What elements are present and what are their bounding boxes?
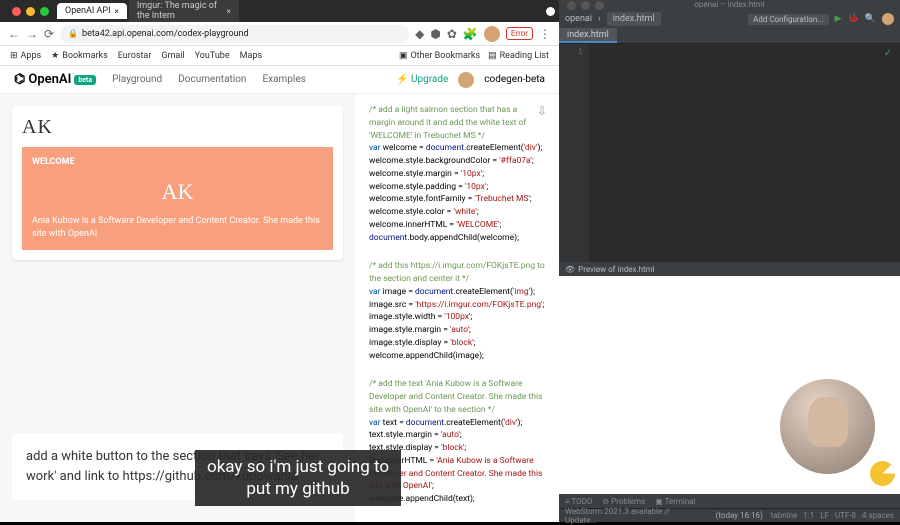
upgrade-link[interactable]: ⚡ Upgrade [396,74,448,85]
editor-tab-index[interactable]: index.html [559,28,617,43]
extension-icon[interactable]: ✿ [447,27,457,41]
tabnine-indicator[interactable]: tabnine [771,511,797,520]
user-name: codegen-beta [484,74,545,85]
webcam-overlay [780,379,875,474]
terminal-tab[interactable]: ▣ Terminal [655,497,695,506]
minimize-window[interactable] [26,7,35,16]
ide-editor-tabs: index.html [559,28,900,44]
bookmark-gmail[interactable]: Gmail [161,51,184,61]
ide-status-bar: WebStorm 2021.3 available // Update... (… [559,508,900,522]
debug-icon[interactable]: 🐞 [848,14,859,24]
bookmark-folder[interactable]: ★ Bookmarks [51,51,108,61]
preview-card: AK WELCOME AK Ania Kubow is a Software D… [12,106,343,260]
bookmarks-bar: ⊞ Apps ★ Bookmarks Eurostar Gmail YouTub… [0,46,559,66]
welcome-section: WELCOME AK Ania Kubow is a Software Deve… [22,147,333,250]
bookmark-maps[interactable]: Maps [240,51,262,61]
profile-avatar[interactable] [484,26,500,42]
forward-icon[interactable]: → [26,27,38,41]
window-controls [4,3,57,20]
search-icon[interactable]: 🔍 [865,14,876,24]
maximize-window[interactable] [40,7,49,16]
welcome-heading: WELCOME [32,157,323,167]
pacman-icon [870,461,895,486]
chrome-toolbar: ← → ⟳ 🔒beta42.api.openai.com/codex-playg… [0,22,559,46]
time-indicator: (today 16:16) [716,511,763,520]
indent[interactable]: 4 spaces [862,511,894,520]
center-logo: AK [32,179,323,205]
nav-documentation[interactable]: Documentation [178,74,246,85]
reload-icon[interactable]: ⟳ [44,27,54,41]
close-tab-icon[interactable]: × [227,7,231,16]
ide-avatar[interactable] [882,13,894,25]
menu-icon[interactable]: ⋮ [539,27,551,41]
preview-panel [559,276,900,494]
apps-shortcut[interactable]: ⊞ Apps [10,51,41,61]
bookmark-eurostar[interactable]: Eurostar [118,51,152,61]
inspection-ok-icon[interactable]: ✓ [884,48,892,59]
lock-icon: 🔒 [68,29,78,38]
puzzle-icon[interactable]: 🧩 [463,27,478,41]
browser-tab-imgur[interactable]: Imgur: The magic of the Intern× [129,0,239,24]
back-icon[interactable]: ← [8,27,20,41]
line-gutter: 1 [559,44,589,262]
extension-icon[interactable]: ⬢ [430,27,440,41]
download-icon[interactable]: ⇩ [537,102,547,120]
video-caption: okay so i'm just going toput my github [195,450,401,506]
todo-tab[interactable]: ≡ TODO [565,497,592,506]
run-icon[interactable]: ▶ [835,14,842,24]
address-bar[interactable]: 🔒beta42.api.openai.com/codex-playground [60,25,409,43]
error-badge[interactable]: Error [506,27,533,40]
bookmark-youtube[interactable]: YouTube [195,51,230,61]
reading-list[interactable]: ▤ Reading List [488,51,549,61]
preview-panel-header[interactable]: 👁 Preview of index.html [559,262,900,276]
welcome-description: Ania Kubow is a Software Developer and C… [32,215,323,240]
browser-tab-openai[interactable]: OpenAI API× [57,3,127,19]
tab-overflow[interactable] [546,7,555,16]
ide-toolbar: openai › index.html Add Configuration...… [559,10,900,28]
close-window[interactable] [12,7,21,16]
extension-icon[interactable]: ◆ [415,27,424,41]
encoding[interactable]: UTF-8 [835,511,856,520]
nav-playground[interactable]: Playground [112,74,162,85]
site-logo: AK [22,116,333,139]
user-avatar[interactable] [458,72,474,88]
breadcrumb-project[interactable]: openai [565,14,592,24]
run-config-dropdown[interactable]: Add Configuration... [748,14,829,25]
openai-logo[interactable]: ⌬ OpenAI beta [14,72,96,87]
line-sep[interactable]: LF [820,511,829,520]
chrome-tab-strip: OpenAI API× Imgur: The magic of the Inte… [0,0,559,22]
other-bookmarks[interactable]: ▣ Other Bookmarks [399,51,480,61]
problems-tab[interactable]: ⊘ Problems [602,497,645,506]
breadcrumb-file[interactable]: index.html [607,12,661,26]
ide-editor[interactable]: 1 ✓ [559,44,900,262]
close-tab-icon[interactable]: × [115,7,119,16]
cursor-pos: 1:1 [803,511,814,520]
ide-window-title: openai – index.html [559,0,900,9]
nav-examples[interactable]: Examples [262,74,305,85]
app-header: ⌬ OpenAI beta Playground Documentation E… [0,66,559,94]
